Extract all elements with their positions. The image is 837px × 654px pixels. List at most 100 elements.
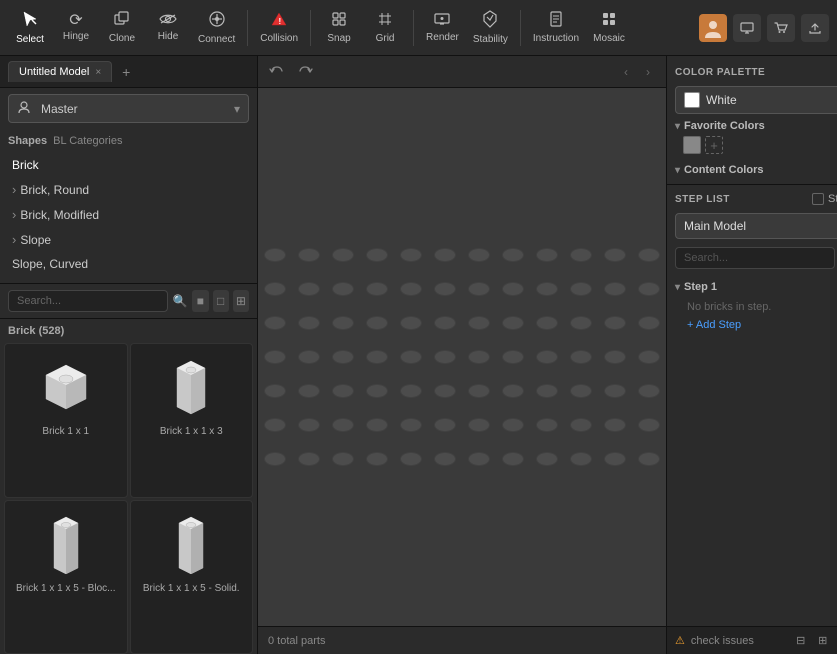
toolbar-hide[interactable]: Hide	[146, 4, 190, 52]
color-dropdown[interactable]: White ▾	[675, 86, 837, 114]
master-dropdown[interactable]: Master ▾	[8, 94, 249, 123]
fav-swatch-1[interactable]	[683, 136, 701, 154]
rotate-left-btn[interactable]	[266, 61, 288, 83]
step-content: Step 1 No bricks in step. Add Step	[667, 273, 837, 626]
add-step-link[interactable]: Add Step	[675, 317, 837, 333]
dot-cell	[462, 306, 496, 340]
nav-prev-btn[interactable]: ‹	[616, 62, 636, 82]
status-icons: ⊟ ⊞ 👁 +	[792, 632, 837, 650]
dot-cell	[632, 374, 666, 408]
step-search-input[interactable]	[675, 247, 835, 269]
shape-item-slope-curved[interactable]: Slope, Curved	[0, 252, 257, 276]
center-toolbar: ‹ ›	[258, 56, 666, 88]
dot-cell	[292, 374, 326, 408]
grid-dot	[638, 384, 660, 398]
shape-item-brick-round[interactable]: Brick, Round	[0, 177, 257, 202]
nav-next-btn[interactable]: ›	[638, 62, 658, 82]
toolbar-upload-btn[interactable]	[801, 14, 829, 42]
toolbar-select[interactable]: Select	[8, 4, 52, 52]
toolbar-stability[interactable]: Stability	[467, 4, 514, 52]
favorite-colors-header[interactable]: Favorite Colors	[675, 120, 837, 132]
model-dropdown[interactable]: Main Model ▾	[675, 213, 837, 239]
view-solid-btn[interactable]: ■	[192, 290, 208, 312]
model-name: Main Model	[684, 219, 746, 233]
grid-dot	[468, 316, 490, 330]
step-empty-text: No bricks in step.	[675, 297, 837, 317]
toolbar-hinge[interactable]: ⟳ Hinge	[54, 4, 98, 52]
search-icon-btn[interactable]: 🔍	[172, 290, 188, 312]
grid-dot	[468, 384, 490, 398]
dot-cell	[564, 408, 598, 442]
toolbar-mosaic[interactable]: Mosaic	[587, 4, 631, 52]
dot-cell	[632, 408, 666, 442]
toolbar-grid[interactable]: Grid	[363, 4, 407, 52]
step-1-header[interactable]: Step 1	[675, 277, 837, 297]
fav-add-btn[interactable]: +	[705, 136, 723, 154]
dot-cell	[394, 374, 428, 408]
toolbar-connect-label: Connect	[198, 34, 235, 45]
dot-cell	[530, 272, 564, 306]
grid-dot	[400, 384, 422, 398]
favorite-colors-section: Favorite Colors +	[675, 120, 837, 158]
status-minimize-btn[interactable]: ⊟	[792, 632, 810, 650]
grid-dot	[638, 316, 660, 330]
brick-item-1x1x5-solid[interactable]: Brick 1 x 1 x 5 - Solid.	[130, 500, 254, 654]
grid-dot	[332, 384, 354, 398]
dot-cell	[394, 238, 428, 272]
grid-dot	[468, 452, 490, 466]
toolbar-connect[interactable]: Connect	[192, 4, 241, 52]
step-view-checkbox[interactable]	[812, 193, 824, 205]
right-status-bar: ⚠ check issues ⊟ ⊞ 👁 +	[667, 626, 837, 654]
dot-cell	[258, 340, 292, 374]
check-issues-label[interactable]: check issues	[691, 635, 754, 647]
shape-item-plate[interactable]: Plate	[0, 276, 257, 283]
right-panel: COLOR PALETTE ✎ White ▾	[666, 56, 837, 654]
step-view-toggle[interactable]: Step view	[812, 193, 837, 205]
tab-untitled-model[interactable]: Untitled Model ×	[8, 61, 112, 82]
grid-dot	[332, 452, 354, 466]
content-colors-header[interactable]: Content Colors	[675, 164, 837, 176]
brick-item-1x1x3[interactable]: Brick 1 x 1 x 3	[130, 343, 254, 498]
toolbar-instruction[interactable]: Instruction	[527, 4, 585, 52]
shape-item-brick-modified[interactable]: Brick, Modified	[0, 202, 257, 227]
dot-cell	[258, 408, 292, 442]
toolbar-cart-btn[interactable]	[767, 14, 795, 42]
mosaic-icon	[601, 11, 617, 31]
dot-cell	[598, 374, 632, 408]
toolbar-instruction-label: Instruction	[533, 33, 579, 44]
toolbar-render[interactable]: Render	[420, 4, 465, 52]
dot-cell	[326, 442, 360, 476]
dot-cell	[564, 272, 598, 306]
grid-dot	[366, 452, 388, 466]
toolbar-monitor-btn[interactable]	[733, 14, 761, 42]
shape-item-slope[interactable]: Slope	[0, 227, 257, 252]
rotate-right-btn[interactable]	[294, 61, 316, 83]
grid-dot	[434, 350, 456, 364]
view-outline-btn[interactable]: □	[213, 290, 229, 312]
color-palette-section: COLOR PALETTE ✎ White ▾	[667, 56, 837, 185]
canvas-area[interactable]	[258, 88, 666, 626]
shape-search-input[interactable]	[8, 290, 168, 312]
toolbar-clone[interactable]: Clone	[100, 4, 144, 52]
view-grid-btn[interactable]: ⊞	[233, 290, 249, 312]
brick-item-1x1x5-bloc[interactable]: Brick 1 x 1 x 5 - Bloc...	[4, 500, 128, 654]
toolbar-collision[interactable]: ! Collision	[254, 4, 304, 52]
brick-item-1x1[interactable]: Brick 1 x 1	[4, 343, 128, 498]
status-expand-btn[interactable]: ⊞	[814, 632, 832, 650]
grid-dot	[400, 418, 422, 432]
grid-dot	[332, 350, 354, 364]
toolbar-snap[interactable]: Snap	[317, 4, 361, 52]
snap-icon	[331, 11, 347, 31]
grid-dot	[638, 418, 660, 432]
user-avatar[interactable]	[699, 14, 727, 42]
tab-add-btn[interactable]: +	[116, 62, 136, 82]
bl-categories-label: BL Categories	[53, 135, 122, 147]
color-name: White	[706, 93, 737, 107]
render-icon	[433, 12, 451, 30]
tab-close-btn[interactable]: ×	[95, 67, 101, 78]
dot-cell	[428, 374, 462, 408]
grid-icon	[377, 11, 393, 31]
collision-icon: !	[271, 11, 287, 31]
shape-item-brick[interactable]: Brick	[0, 153, 257, 177]
grid-dot	[332, 248, 354, 262]
